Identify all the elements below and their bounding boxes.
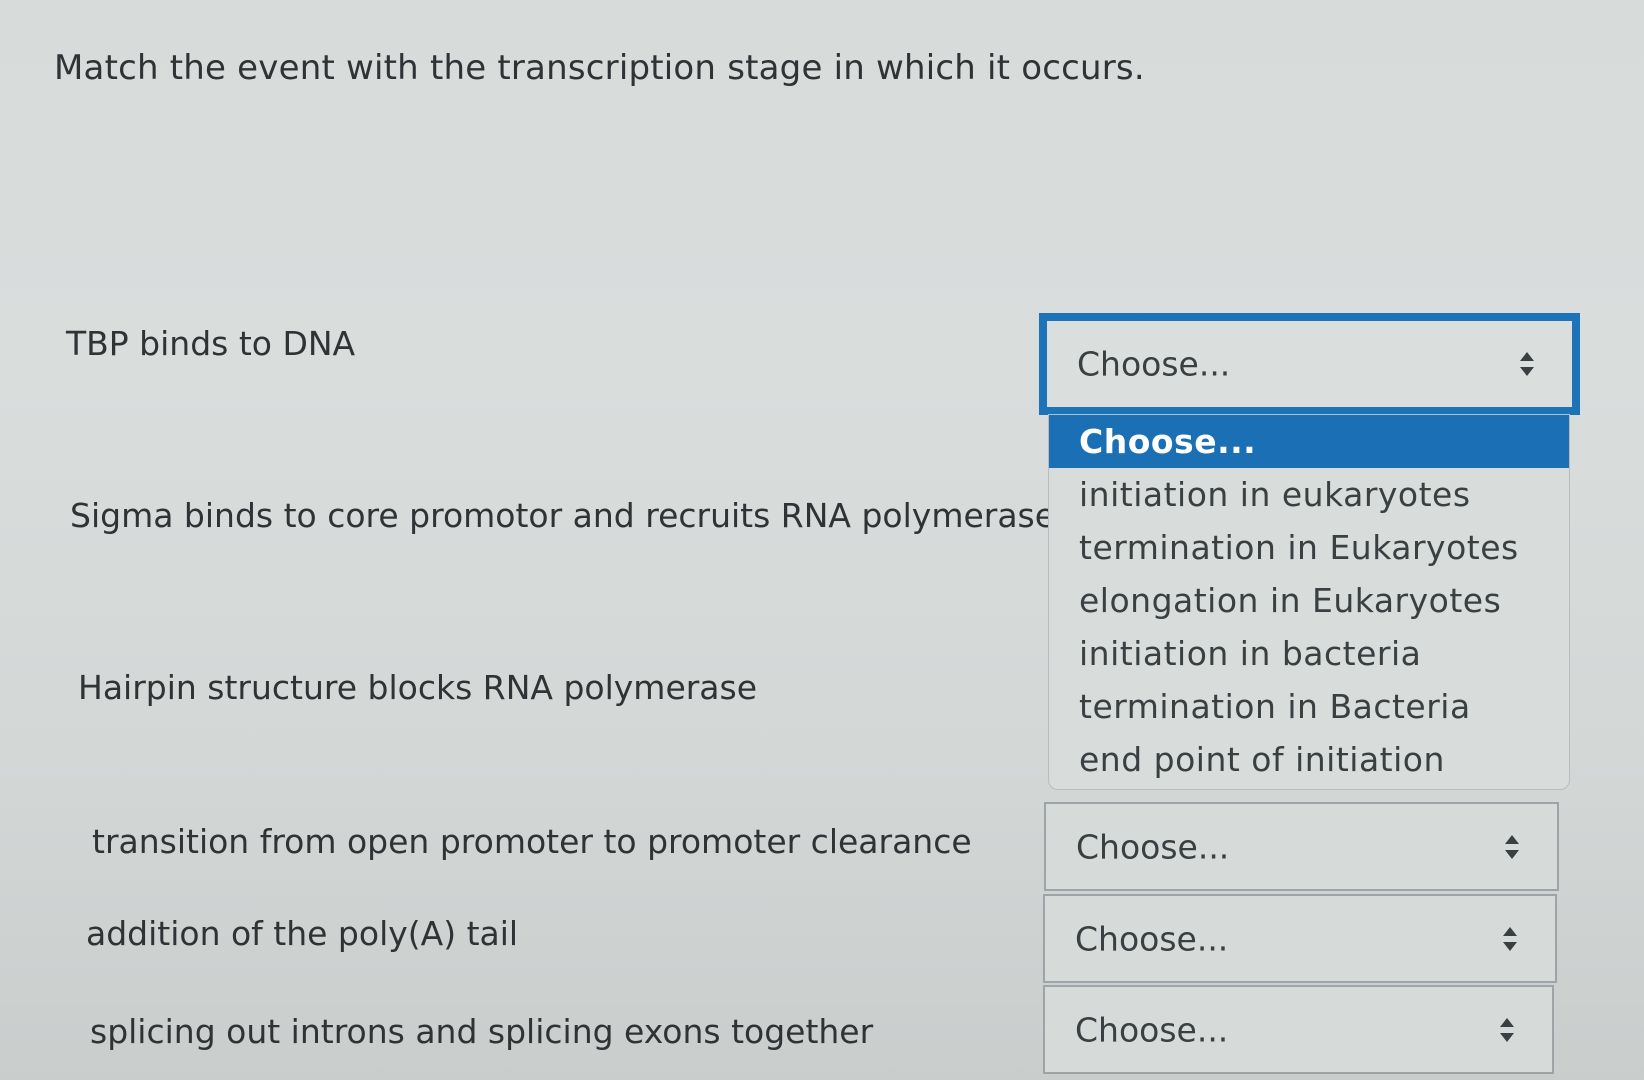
stage-select-4[interactable]: Choose... (1044, 802, 1559, 891)
option-termination-bacteria[interactable]: termination in Bacteria (1049, 680, 1569, 733)
stage-select-5[interactable]: Choose... (1043, 894, 1557, 983)
select-value-6: Choose... (1075, 1010, 1229, 1049)
select-value-4: Choose... (1076, 827, 1230, 866)
select-value-5: Choose... (1075, 919, 1229, 958)
option-initiation-bacteria[interactable]: initiation in bacteria (1049, 627, 1569, 680)
select-value-1: Choose... (1077, 344, 1231, 384)
option-termination-eukaryotes[interactable]: termination in Eukaryotes (1049, 521, 1569, 574)
option-elongation-eukaryotes[interactable]: elongation in Eukaryotes (1049, 574, 1569, 627)
option-initiation-eukaryotes[interactable]: initiation in eukaryotes (1049, 468, 1569, 521)
event-label-2: Sigma binds to core promotor and recruit… (70, 496, 1056, 535)
option-end-point-initiation[interactable]: end point of initiation (1049, 733, 1569, 786)
sort-arrows-icon (1500, 1017, 1514, 1042)
question-prompt: Match the event with the transcription s… (54, 48, 1145, 88)
sort-arrows-icon (1520, 352, 1534, 376)
stage-select-6[interactable]: Choose... (1043, 985, 1554, 1074)
event-label-3: Hairpin structure blocks RNA polymerase (78, 668, 758, 707)
event-label-1: TBP binds to DNA (66, 324, 356, 363)
event-label-4: transition from open promoter to promote… (92, 822, 972, 861)
option-choose[interactable]: Choose... (1049, 415, 1569, 468)
event-label-5: addition of the poly(A) tail (86, 914, 519, 953)
stage-options-list[interactable]: Choose... initiation in eukaryotes termi… (1048, 414, 1570, 790)
sort-arrows-icon (1503, 926, 1517, 951)
event-label-6: splicing out introns and splicing exons … (90, 1012, 874, 1051)
stage-select-1[interactable]: Choose... (1039, 313, 1580, 415)
sort-arrows-icon (1505, 834, 1519, 859)
